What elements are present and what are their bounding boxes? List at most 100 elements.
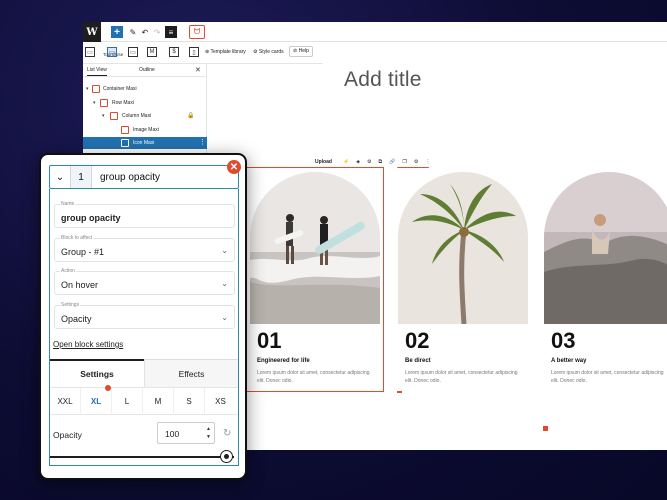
opacity-input[interactable]: 100 ▲ ▼ — [157, 422, 215, 444]
list-item-column[interactable]: ▾ Column Maxi 🔒 — [83, 110, 207, 122]
open-block-settings-link[interactable]: Open block settings — [53, 340, 123, 349]
mobile-view-icon[interactable]: M — [147, 47, 157, 57]
tab-outline[interactable]: Outline — [139, 67, 155, 73]
breakpoint-l[interactable]: L — [112, 388, 143, 415]
interaction-header[interactable]: ⌄ 1 group opacity — [49, 165, 239, 189]
column-icon — [110, 112, 118, 120]
gear-icon[interactable]: ⚙ — [414, 159, 418, 165]
card-title: Be direct — [405, 358, 431, 364]
chevron-down-icon[interactable]: ⌄ — [50, 166, 70, 188]
card-icon[interactable]: ▭ — [85, 47, 95, 57]
settings-value: Opacity — [61, 314, 92, 324]
breakpoint-m[interactable]: M — [143, 388, 174, 415]
tab-settings[interactable]: Settings — [50, 359, 144, 387]
name-field[interactable]: Name group opacity — [54, 201, 235, 228]
action-value: On hover — [61, 280, 99, 290]
card-number: 03 — [551, 328, 576, 353]
interaction-body: Name group opacity Block to affect Group… — [49, 189, 239, 466]
layers-icon[interactable]: ◈ — [356, 159, 360, 165]
block-to-affect-select[interactable]: Block to affect Group - #1 ⌄ — [54, 235, 235, 262]
template-library-button[interactable]: ⊕ Template library — [205, 49, 246, 55]
palm-tree-image — [398, 172, 528, 324]
more-options-icon[interactable]: ⋮ — [199, 138, 206, 146]
tab-list-view[interactable]: List View — [87, 67, 107, 76]
name-value[interactable]: group opacity — [61, 213, 121, 223]
card-02[interactable]: 02 Be direct Lorem ipsum dolor sit amet,… — [395, 168, 531, 391]
settings-select[interactable]: Settings Opacity ⌄ — [54, 302, 235, 329]
tab-effects[interactable]: Effects — [144, 360, 238, 388]
add-block-button[interactable]: + — [111, 26, 123, 38]
interaction-index: 1 — [70, 166, 92, 188]
image-icon — [121, 126, 129, 134]
stepper-arrows-icon[interactable]: ▲ ▼ — [206, 425, 211, 441]
card-03[interactable]: 03 A better way Lorem ipsum dolor sit am… — [541, 168, 667, 391]
settings-label: Settings — [60, 302, 81, 308]
lock-icon[interactable]: 🔒 — [187, 112, 194, 119]
tablet-view-icon[interactable]: ▭ — [128, 47, 138, 57]
plugin-logo-icon[interactable]: ᗢ — [189, 25, 205, 39]
template-library-label: Template library — [210, 49, 246, 55]
help-button[interactable]: ⊘ Help — [289, 46, 313, 57]
card-title: Engineered for life — [257, 358, 310, 364]
breakpoint-xxl[interactable]: XXL — [50, 388, 81, 415]
list-item-label: Row Maxi — [112, 100, 134, 106]
opacity-slider-track[interactable] — [50, 456, 234, 458]
block-toolbar: Upload ⚡ ◈ ⚙ ⧉ 🔗 ❐ ⚙ ⋮ — [313, 156, 430, 167]
chevron-down-icon[interactable]: ▾ — [93, 100, 96, 106]
card-number: 02 — [405, 328, 430, 353]
chevron-down-icon[interactable]: ▾ — [86, 86, 89, 92]
list-item-icon-selected[interactable]: Icon Maxi ⋮ — [83, 137, 207, 149]
chevron-down-icon[interactable]: ▾ — [102, 113, 105, 119]
tools-pen-icon[interactable]: ✎ — [127, 26, 139, 38]
link-icon[interactable]: 🔗 — [389, 159, 395, 165]
list-item-row[interactable]: ▾ Row Maxi — [83, 97, 207, 109]
copy-style-icon[interactable]: ⧉ — [379, 159, 383, 165]
action-select[interactable]: Action On hover ⌄ — [54, 268, 235, 295]
settings-icon[interactable]: ⚙ — [367, 159, 371, 165]
watch-view-icon[interactable]: ▯ — [189, 47, 199, 57]
icon-block-icon — [121, 139, 129, 147]
interaction-builder-panel: ⌄ 1 group opacity ✕ Name group opacity B… — [39, 153, 247, 480]
list-item-container[interactable]: ▾ Container Maxi — [83, 83, 207, 95]
resize-handle[interactable] — [543, 426, 548, 431]
container-icon — [92, 85, 100, 93]
redo-icon[interactable]: ↷ — [151, 26, 163, 38]
close-icon[interactable]: ✕ — [227, 160, 241, 174]
list-item-image[interactable]: Image Maxi — [83, 124, 207, 136]
maxi-toolbar: ▭ ▭ Tours/Use ▭ M $ ▯ ⊕ Template library… — [83, 42, 323, 64]
opacity-slider-thumb[interactable] — [220, 450, 233, 463]
interaction-title: group opacity — [100, 172, 161, 183]
block-to-affect-label: Block to affect — [60, 235, 94, 241]
breakpoint-xl[interactable]: XL — [81, 388, 112, 415]
breakpoint-indicator-dot — [105, 385, 111, 391]
card-title: A better way — [551, 358, 587, 364]
wordpress-logo-icon[interactable]: W — [83, 22, 101, 42]
card-01[interactable]: 01 Engineered for life Lorem ipsum dolor… — [246, 167, 384, 392]
reset-icon[interactable]: ↻ — [223, 428, 231, 439]
action-label: Action — [60, 268, 76, 274]
chevron-down-icon: ⌄ — [221, 279, 228, 288]
upload-button[interactable]: Upload — [315, 159, 332, 165]
document-overview-icon[interactable]: ≡ — [165, 26, 177, 38]
block-to-affect-value: Group - #1 — [61, 247, 105, 257]
editor-canvas: Add title Upload ⚡ ◈ ⚙ ⧉ 🔗 ❐ ⚙ ⋮ Bg-icon… — [207, 64, 667, 450]
duplicate-icon[interactable]: ❐ — [402, 159, 406, 165]
phone-view-icon[interactable]: $ — [169, 47, 179, 57]
style-cards-button[interactable]: ⚙ Style cards — [253, 49, 284, 55]
opacity-value[interactable]: 100 — [165, 429, 179, 439]
row-icon — [100, 99, 108, 107]
breakpoint-selector: XXL XL L M S XS — [50, 385, 238, 415]
close-icon[interactable]: ✕ — [195, 66, 201, 74]
more-options-icon[interactable]: ⋮ — [425, 159, 430, 165]
style-icon[interactable]: ⚡ — [343, 159, 349, 165]
undo-icon[interactable]: ↶ — [139, 26, 151, 38]
opacity-label: Opacity — [53, 430, 82, 440]
chevron-down-icon: ⌄ — [221, 246, 228, 255]
settings-effects-tabs: Settings Effects — [50, 359, 238, 388]
breakpoint-s[interactable]: S — [174, 388, 205, 415]
card-description: Lorem ipsum dolor sit amet, consectetur … — [257, 370, 370, 384]
card-number: 01 — [257, 328, 282, 353]
page-title[interactable]: Add title — [344, 68, 422, 92]
list-item-label: Column Maxi — [122, 113, 152, 119]
breakpoint-xs[interactable]: XS — [205, 388, 236, 415]
